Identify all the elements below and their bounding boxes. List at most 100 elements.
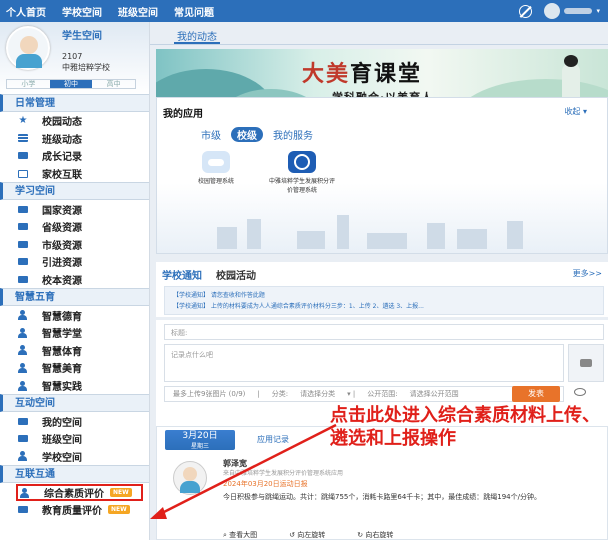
sidebar-item[interactable]: 智慧体育 bbox=[0, 342, 149, 360]
rotate-left-button[interactable]: ↺ 向左旋转 bbox=[289, 530, 325, 540]
upload-hint[interactable]: 最多上传9张图片 (0/9) bbox=[173, 389, 245, 399]
view-large-button[interactable]: ⌕ 查看大图 bbox=[223, 530, 257, 540]
record-source: 来自中雅培粹学生发展积分评价管理系统应用 bbox=[223, 470, 344, 477]
box-icon bbox=[18, 169, 28, 178]
sidebar-section-title: 日常管理 bbox=[0, 94, 149, 112]
scope-label: 公开范围: bbox=[367, 390, 398, 398]
record-type: 应用记录 bbox=[257, 435, 289, 444]
sidebar-section-title: 智慧五育 bbox=[0, 288, 149, 307]
school-name: 中雅培粹学校 bbox=[62, 63, 110, 72]
screen-icon bbox=[18, 276, 28, 284]
app-campus-management[interactable]: 校园管理系统 bbox=[187, 151, 245, 185]
tab-city[interactable]: 市级 bbox=[201, 127, 221, 142]
skin-toggle-icon[interactable] bbox=[519, 4, 533, 18]
sidebar-item-label: 班级动态 bbox=[42, 134, 82, 146]
chevron-down-icon: ▾ bbox=[596, 7, 600, 15]
nav-class-space[interactable]: 班级空间 bbox=[118, 4, 158, 19]
sidebar-item[interactable]: 智慧德育 bbox=[0, 306, 149, 324]
banner-title: 大美育课堂 bbox=[302, 62, 423, 87]
tab-school[interactable]: 校级 bbox=[231, 127, 263, 142]
category-label: 分类: bbox=[271, 390, 289, 398]
sidebar-item-label: 校园动态 bbox=[42, 117, 82, 129]
top-nav: 个人首页 学校空间 班级空间 常见问题 bbox=[6, 4, 214, 19]
sidebar-item[interactable]: ★ 校园动态 bbox=[0, 112, 149, 130]
screen-icon bbox=[18, 205, 28, 213]
sidebar-item-label: 校本资源 bbox=[42, 276, 82, 288]
record-datetime: 2024年03月20日运动日报 bbox=[223, 480, 308, 488]
sidebar-item[interactable]: 家校互联 bbox=[0, 165, 149, 183]
scope-select[interactable]: 请选择公开范围 bbox=[410, 389, 459, 399]
sidebar-item-label: 市级资源 bbox=[42, 240, 82, 252]
notice-panel: 学校通知 校园活动 更多>> 【学校通知】 请您查收和作答此题 【学校通知】 上… bbox=[156, 262, 608, 317]
sidebar-item[interactable]: 班级空间 bbox=[0, 430, 149, 448]
nav-school-space[interactable]: 学校空间 bbox=[62, 4, 102, 19]
content-input[interactable]: 记录点什么吧 bbox=[164, 344, 564, 382]
annotation-callout: 点击此处进入综合素质材料上传、遴选和上报操作 bbox=[330, 405, 600, 449]
sidebar-item[interactable]: 智慧学堂 bbox=[0, 324, 149, 342]
sidebar-item[interactable]: 教育质量评价 NEW bbox=[0, 501, 149, 519]
notice-item[interactable]: 【学校通知】 上传的材料要成为人人通综合素质评价材料分三步：1、上传 2、遴选 … bbox=[173, 301, 595, 312]
user-icon bbox=[18, 345, 28, 356]
sidebar-item[interactable]: 市级资源 bbox=[0, 236, 149, 254]
notice-list: 【学校通知】 请您查收和作答此题 【学校通知】 上传的材料要成为人人通综合素质评… bbox=[164, 286, 604, 315]
sidebar-section-title: 学习空间 bbox=[0, 182, 149, 201]
sidebar-item[interactable]: 引进资源 bbox=[0, 253, 149, 271]
grade-primary[interactable]: 小学 bbox=[7, 80, 50, 88]
user-icon bbox=[18, 362, 28, 373]
sidebar-item[interactable]: 国家资源 bbox=[0, 200, 149, 218]
image-actions: ⌕ 查看大图 ↺ 向左旋转 ↻ 向右旋转 bbox=[223, 530, 393, 540]
sidebar-item[interactable]: 班级动态 bbox=[0, 130, 149, 148]
notice-item[interactable]: 【学校通知】 请您查收和作答此题 bbox=[173, 290, 595, 301]
sidebar-item-label: 引进资源 bbox=[42, 258, 82, 270]
skyline-decoration bbox=[157, 213, 608, 249]
sidebar-item-label: 我的空间 bbox=[42, 417, 82, 429]
category-select[interactable]: 请选择分类 bbox=[300, 389, 335, 399]
record-text: 今日积极参与跳绳运动。共计：跳绳755个，消耗卡路里64千卡；其中，最佳成绩：跳… bbox=[223, 493, 541, 501]
sidebar-item-label: 智慧学堂 bbox=[42, 329, 82, 341]
camera-icon[interactable] bbox=[568, 344, 604, 382]
screen-icon bbox=[18, 506, 28, 514]
sidebar-item-label: 成长记录 bbox=[42, 152, 82, 164]
sidebar-item-label: 教育质量评价 bbox=[42, 506, 102, 518]
rotate-right-button[interactable]: ↻ 向右旋转 bbox=[357, 530, 393, 540]
apps-title: 我的应用 bbox=[163, 109, 203, 120]
sidebar-item[interactable]: 综合素质评价 NEW bbox=[16, 484, 143, 502]
app-student-points[interactable]: 中雅培粹学生发展积分评价管理系统 bbox=[267, 151, 337, 194]
new-badge: NEW bbox=[110, 488, 132, 498]
sidebar-item[interactable]: 学校空间 bbox=[0, 448, 149, 466]
tab-school-notice[interactable]: 学校通知 bbox=[162, 267, 202, 282]
publish-button[interactable]: 发表 bbox=[512, 386, 560, 402]
sidebar-item-label: 智慧实践 bbox=[42, 382, 82, 394]
screen-icon bbox=[18, 435, 28, 443]
collapse-button[interactable]: 收起 ▾ bbox=[564, 106, 587, 117]
nav-home[interactable]: 个人首页 bbox=[6, 4, 46, 19]
sidebar-item[interactable]: 成长记录 bbox=[0, 147, 149, 165]
eye-icon[interactable] bbox=[574, 388, 586, 396]
sidebar-item[interactable]: 智慧美育 bbox=[0, 359, 149, 377]
tab-my-services[interactable]: 我的服务 bbox=[273, 127, 313, 142]
title-input[interactable]: 标题: bbox=[164, 324, 604, 340]
screen-icon bbox=[18, 240, 28, 248]
list-icon bbox=[18, 134, 28, 143]
author-avatar bbox=[173, 461, 207, 495]
grade-junior[interactable]: 初中 bbox=[49, 80, 93, 88]
sidebar-item[interactable]: 省级资源 bbox=[0, 218, 149, 236]
sidebar-item[interactable]: 校本资源 bbox=[0, 271, 149, 289]
sidebar-item[interactable]: 智慧实践 bbox=[0, 377, 149, 395]
grade-senior[interactable]: 高中 bbox=[92, 80, 135, 88]
nav-faq[interactable]: 常见问题 bbox=[174, 4, 214, 19]
sidebar-item[interactable]: 我的空间 bbox=[0, 412, 149, 430]
user-icon bbox=[18, 310, 28, 321]
tab-campus-activity[interactable]: 校园活动 bbox=[216, 267, 256, 282]
tab-my-dynamics[interactable]: 我的动态 bbox=[177, 28, 217, 43]
user-menu[interactable]: ▾ bbox=[544, 3, 600, 19]
screen-icon bbox=[18, 223, 28, 231]
sidebar-item-label: 省级资源 bbox=[42, 223, 82, 235]
user-icon bbox=[18, 380, 28, 391]
space-title: 学生空间 bbox=[62, 31, 102, 42]
user-icon bbox=[20, 487, 30, 498]
avatar bbox=[544, 3, 561, 19]
more-link[interactable]: 更多>> bbox=[573, 268, 602, 279]
school-seal-icon bbox=[288, 151, 316, 173]
sidebar-item-label: 智慧德育 bbox=[42, 311, 82, 323]
